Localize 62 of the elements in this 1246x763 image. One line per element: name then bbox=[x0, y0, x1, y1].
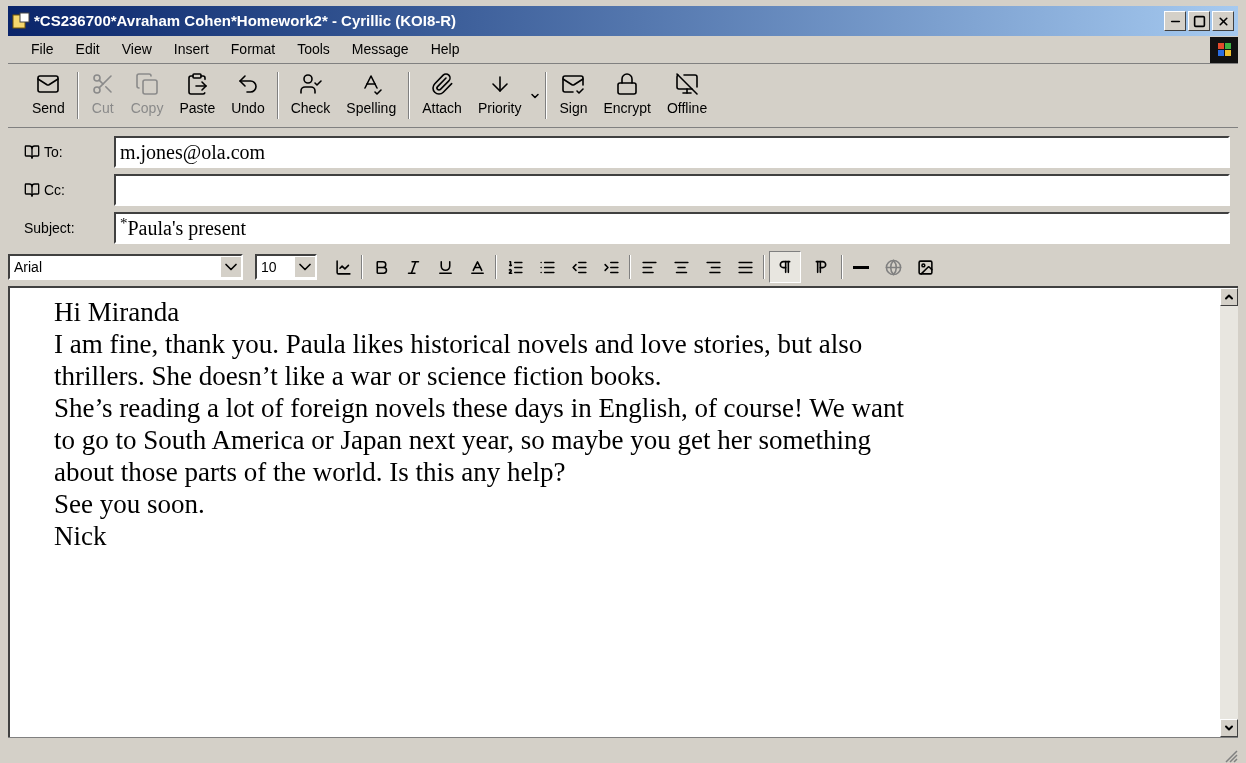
menu-item[interactable]: Edit bbox=[64, 39, 111, 60]
menu-item[interactable]: Help bbox=[419, 39, 471, 60]
toolbar-button[interactable]: Paste bbox=[171, 68, 224, 123]
close-button[interactable] bbox=[1212, 11, 1234, 31]
body-line: She’s reading a lot of foreign novels these days in English, of course! We want bbox=[54, 392, 904, 424]
body-line: Hi Miranda bbox=[54, 296, 180, 328]
input-field[interactable] bbox=[114, 174, 1230, 206]
body-line: thrillers. She doesn’t like a war or science fiction books. bbox=[54, 360, 662, 392]
close-icon bbox=[1216, 14, 1230, 28]
font-color-icon bbox=[468, 258, 486, 276]
maximize-button[interactable] bbox=[1188, 11, 1210, 31]
field-label: Subject: bbox=[24, 218, 75, 238]
scroll-bar[interactable] bbox=[1220, 288, 1238, 737]
person-check-icon bbox=[298, 72, 323, 96]
menu-item[interactable]: File bbox=[20, 39, 65, 60]
input-field[interactable]: $^{*}$Paula's present bbox=[114, 212, 1230, 244]
numbered-list-icon bbox=[506, 258, 524, 276]
toolbar-button[interactable]: Undo bbox=[223, 68, 273, 123]
toolbar-button[interactable]: Sign bbox=[551, 68, 596, 123]
toolbar-button[interactable]: Spelling bbox=[338, 68, 405, 123]
body-line: about those parts of the world. Is this any help? bbox=[54, 456, 566, 488]
body-line: See you soon. bbox=[54, 488, 205, 520]
pilcrow-icon bbox=[813, 259, 829, 275]
body-line: Nick bbox=[54, 520, 107, 552]
menu-item[interactable]: Insert bbox=[162, 39, 220, 60]
copy-icon bbox=[135, 72, 160, 96]
left-to-right-button[interactable] bbox=[769, 251, 801, 283]
underline-icon bbox=[436, 258, 454, 276]
address-book-icon bbox=[24, 144, 40, 160]
scissors-icon bbox=[90, 72, 115, 96]
lock-icon bbox=[615, 72, 640, 96]
toolbar-button[interactable]: Check bbox=[282, 68, 339, 123]
toolbar-button[interactable]: Priority bbox=[469, 68, 542, 123]
envelope-check-icon bbox=[561, 72, 586, 96]
menu-item[interactable]: View bbox=[110, 39, 163, 60]
body-line: I am fine, thank you. Paula likes historical novels and love stories, but also bbox=[54, 328, 863, 360]
windows-logo-icon bbox=[1210, 36, 1238, 63]
toolbar-button[interactable]: Offline bbox=[658, 68, 716, 123]
font-select[interactable]: Arial bbox=[8, 254, 243, 280]
computer-icon bbox=[675, 72, 700, 96]
toolbar-button[interactable]: Send bbox=[24, 68, 73, 123]
minimize-button[interactable] bbox=[1164, 11, 1186, 31]
pilcrow-icon bbox=[777, 259, 793, 275]
toolbar-button[interactable]: Attach bbox=[414, 68, 470, 123]
globe-icon bbox=[884, 258, 902, 276]
field-label: Cc: bbox=[44, 180, 65, 200]
window-title: *CS236700*Avraham Cohen*Homework2* - Cyrillic (KOI8-R) bbox=[34, 10, 457, 31]
size-select[interactable]: 10 bbox=[255, 254, 317, 280]
menu-item[interactable]: Format bbox=[219, 39, 287, 60]
address-book-icon bbox=[24, 182, 40, 198]
input-field[interactable]: m.jones@ola.com bbox=[114, 136, 1230, 168]
paperclip-icon bbox=[430, 72, 455, 96]
menu-item[interactable]: Message bbox=[340, 39, 420, 60]
field-label: To: bbox=[44, 142, 63, 162]
maximize-icon bbox=[1192, 14, 1206, 28]
insert-picture-icon bbox=[916, 258, 934, 276]
toolbar-button[interactable]: Encrypt bbox=[595, 68, 659, 123]
body-line: to go to South America or Japan next year, so maybe you get her something bbox=[54, 424, 871, 456]
send-icon bbox=[36, 72, 61, 96]
resize-grip-icon bbox=[1224, 749, 1238, 763]
menu-item[interactable]: Tools bbox=[286, 39, 341, 60]
clipboard-icon bbox=[185, 72, 210, 96]
